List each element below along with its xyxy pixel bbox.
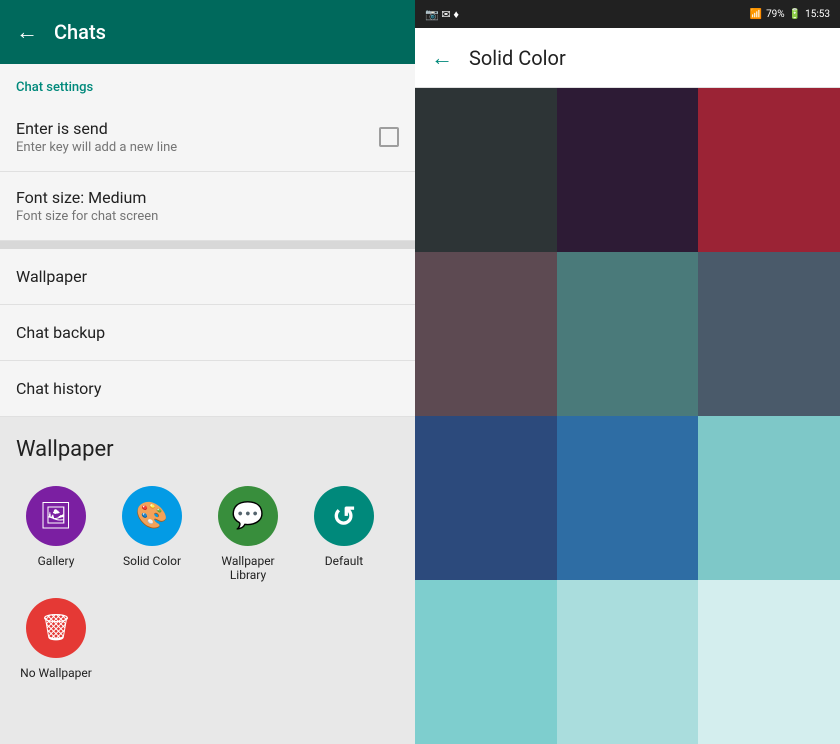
wallpaper-label: Wallpaper (16, 267, 87, 286)
back-button[interactable]: ← (16, 19, 38, 45)
default-label: Default (325, 554, 363, 568)
wallpaper-option-library[interactable]: 💬 Wallpaper Library (208, 486, 288, 582)
settings-item-wallpaper[interactable]: Wallpaper (0, 249, 415, 305)
color-cell-5[interactable] (698, 252, 840, 416)
wallpaper-section: Wallpaper 🖼 Gallery 🎨 Solid Color 💬 Wall… (0, 417, 415, 744)
wallpaper-options: 🖼 Gallery 🎨 Solid Color 💬 Wallpaper Libr… (16, 486, 399, 680)
wallpaper-section-title: Wallpaper (16, 437, 399, 462)
solid-color-title: Solid Color (469, 46, 566, 70)
status-right-icons: 📶 79% 🔋 15:53 (750, 9, 830, 20)
page-title: Chats (54, 20, 106, 44)
solid-color-back-button[interactable]: ← (431, 45, 453, 71)
divider-1 (0, 241, 415, 249)
gallery-icon: 🖼 (26, 486, 86, 546)
settings-item-content: Enter is send Enter key will add a new l… (16, 119, 177, 155)
left-panel: ← Chats Chat settings Enter is send Ente… (0, 0, 415, 744)
no-wallpaper-icon: 🗑 (26, 598, 86, 658)
solid-color-label: Solid Color (123, 554, 181, 568)
color-cell-1[interactable] (557, 88, 699, 252)
time-display: 15:53 (805, 9, 830, 20)
wallpaper-option-default[interactable]: ↺ Default (304, 486, 384, 582)
wallpaper-option-gallery[interactable]: 🖼 Gallery (16, 486, 96, 582)
settings-item-chat-history[interactable]: Chat history (0, 361, 415, 417)
wallpaper-option-no-wallpaper[interactable]: 🗑 No Wallpaper (16, 598, 96, 680)
color-cell-8[interactable] (698, 416, 840, 580)
no-wallpaper-label: No Wallpaper (20, 666, 92, 680)
default-icon: ↺ (314, 486, 374, 546)
font-size-content: Font size: Medium Font size for chat scr… (16, 188, 158, 224)
solid-color-icon: 🎨 (122, 486, 182, 546)
gallery-label: Gallery (38, 554, 75, 568)
enter-is-send-checkbox[interactable] (379, 127, 399, 147)
color-cell-10[interactable] (557, 580, 699, 744)
left-header: ← Chats (0, 0, 415, 64)
settings-item-font-size[interactable]: Font size: Medium Font size for chat scr… (0, 172, 415, 241)
battery-icon: 🔋 (789, 9, 801, 20)
wallpaper-library-label: Wallpaper Library (208, 554, 288, 582)
signal-text: 79% (766, 9, 785, 20)
right-panel: 📷 ✉ ♦ 📶 79% 🔋 15:53 ← Solid Color (415, 0, 840, 744)
color-cell-4[interactable] (557, 252, 699, 416)
settings-item-enter-is-send[interactable]: Enter is send Enter key will add a new l… (0, 103, 415, 172)
enter-is-send-title: Enter is send (16, 119, 177, 138)
chat-history-label: Chat history (16, 379, 101, 398)
color-cell-3[interactable] (415, 252, 557, 416)
right-header: ← Solid Color (415, 28, 840, 88)
color-cell-6[interactable] (415, 416, 557, 580)
color-cell-2[interactable] (698, 88, 840, 252)
font-size-subtitle: Font size for chat screen (16, 209, 158, 224)
color-cell-7[interactable] (557, 416, 699, 580)
status-bar: 📷 ✉ ♦ 📶 79% 🔋 15:53 (415, 0, 840, 28)
section-label: Chat settings (0, 64, 415, 103)
settings-item-chat-backup[interactable]: Chat backup (0, 305, 415, 361)
enter-is-send-subtitle: Enter key will add a new line (16, 140, 177, 155)
wallpaper-library-icon: 💬 (218, 486, 278, 546)
font-size-title: Font size: Medium (16, 188, 158, 207)
chat-backup-label: Chat backup (16, 323, 105, 342)
wallpaper-option-solid[interactable]: 🎨 Solid Color (112, 486, 192, 582)
wifi-icon: 📶 (750, 9, 762, 20)
color-grid (415, 88, 840, 744)
color-cell-0[interactable] (415, 88, 557, 252)
color-cell-9[interactable] (415, 580, 557, 744)
color-cell-11[interactable] (698, 580, 840, 744)
status-left-icons: 📷 ✉ ♦ (425, 8, 459, 21)
